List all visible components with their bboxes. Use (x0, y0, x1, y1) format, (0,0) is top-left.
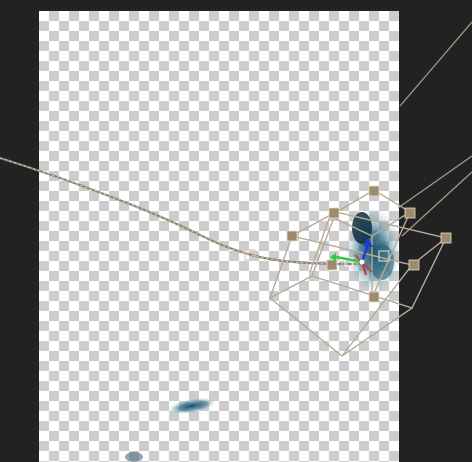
composition-viewer[interactable] (0, 0, 472, 462)
footage-layer-small[interactable] (167, 395, 217, 417)
motion-path[interactable] (0, 156, 360, 266)
projection-guide-lines (397, 21, 472, 237)
viewer-overlay (0, 21, 472, 462)
footage-layer-edge (125, 452, 143, 462)
